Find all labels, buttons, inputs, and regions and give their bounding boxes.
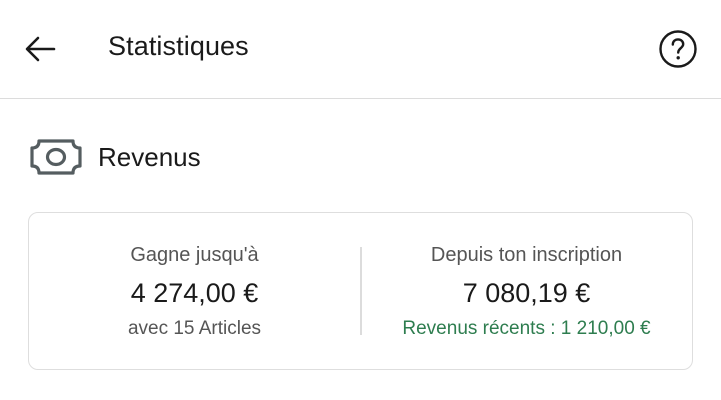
earned-label: Gagne jusqu'à (130, 244, 259, 266)
question-circle-icon (659, 30, 697, 68)
page-title: Statistiques (108, 31, 249, 61)
help-button[interactable] (658, 29, 698, 69)
section-title: Revenus (98, 141, 201, 172)
earned-value: 4 274,00 € (130, 278, 259, 308)
earned-so-far-column: Gagne jusqu'à 4 274,00 € avec 15 Article… (29, 213, 360, 369)
back-button[interactable] (20, 29, 60, 69)
revenue-section-header: Revenus (30, 137, 201, 177)
top-bar: Statistiques (0, 0, 721, 99)
since-signup-value: 7 080,19 € (462, 278, 591, 308)
since-signup-label: Depuis ton inscription (430, 244, 623, 266)
banknote-icon (30, 139, 82, 175)
earnings-card: Gagne jusqu'à 4 274,00 € avec 15 Article… (28, 212, 693, 370)
arrow-left-icon (25, 36, 56, 62)
articles-count: avec 15 Articles (127, 318, 262, 339)
recent-revenue: Revenus récents : 1 210,00 € (402, 318, 651, 339)
since-signup-column: Depuis ton inscription 7 080,19 € Revenu… (361, 213, 692, 369)
